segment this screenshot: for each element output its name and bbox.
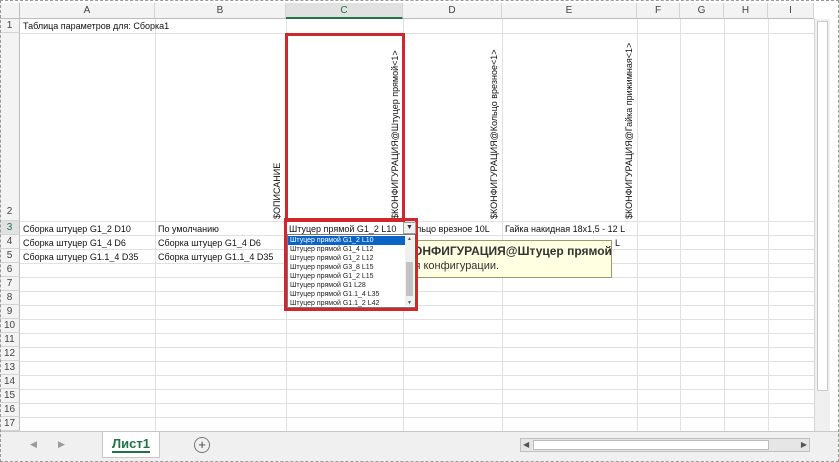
header-highlight-box: [285, 33, 405, 222]
gridline: [502, 19, 503, 431]
column-header-h[interactable]: H: [724, 3, 768, 19]
gridline: [155, 19, 156, 431]
column-header-i[interactable]: I: [768, 3, 814, 19]
row-header-17[interactable]: 17: [0, 417, 20, 431]
column-header-e[interactable]: E: [502, 3, 637, 19]
column-header-b[interactable]: B: [155, 3, 286, 19]
cell-e4[interactable]: L: [615, 238, 635, 248]
row-header-16[interactable]: 16: [0, 403, 20, 417]
row-header-10[interactable]: 10: [0, 319, 20, 333]
gridline: [20, 403, 814, 404]
gridline: [20, 375, 814, 376]
gridline: [724, 19, 725, 431]
prev-sheet-icon[interactable]: ◀: [30, 439, 37, 450]
scroll-right-icon[interactable]: ▶: [801, 440, 807, 449]
tooltip-title: $КОНФИГУРАЦИЯ@Штуцер прямой<1>: [399, 244, 612, 258]
select-all-corner[interactable]: [0, 3, 20, 19]
sheet-tab-bar: ◀ ▶ Лист1 + ◀ ▶: [0, 431, 839, 462]
cell-b4[interactable]: Сборка штуцер G1_4 D6: [158, 238, 284, 248]
vertical-scroll-thumb[interactable]: [817, 21, 828, 391]
gridline: [20, 33, 814, 34]
sheet-tab-label: Лист1: [112, 436, 150, 451]
cell-d3[interactable]: Кольцо врезное 10L: [406, 224, 500, 234]
gridline: [20, 319, 814, 320]
row-header-14[interactable]: 14: [0, 375, 20, 389]
row-header-13[interactable]: 13: [0, 361, 20, 375]
input-message-tooltip: $КОНФИГУРАЦИЯ@Штуцер прямой<1> Имя конфи…: [390, 240, 612, 278]
cell-b2-header[interactable]: $ОПИСАНИЕ: [272, 163, 282, 219]
gridline: [20, 347, 814, 348]
column-header-g[interactable]: G: [680, 3, 724, 19]
horizontal-scroll-thumb[interactable]: [533, 440, 769, 450]
plus-circle-icon[interactable]: +: [194, 437, 210, 453]
cell-e2-header[interactable]: $КОНФИГУРАЦИЯ@Гайка прижимная<1>: [624, 43, 634, 219]
row-header-6[interactable]: 6: [0, 263, 20, 277]
cell-b5[interactable]: Сборка штуцер G1.1_4 D35: [158, 252, 284, 262]
gridline: [20, 417, 814, 418]
dropdown-highlight-box: [284, 218, 418, 311]
row-header-11[interactable]: 11: [0, 333, 20, 347]
tab-underline: [112, 451, 150, 453]
row-header-9[interactable]: 9: [0, 305, 20, 319]
row-header-2[interactable]: 2: [0, 33, 20, 221]
cell-a1[interactable]: Таблица параметров для: Сборка1: [23, 21, 323, 31]
column-header-c[interactable]: C: [286, 3, 403, 19]
row-header-5[interactable]: 5: [0, 249, 20, 263]
row-header-8[interactable]: 8: [0, 291, 20, 305]
row-header-12[interactable]: 12: [0, 347, 20, 361]
cell-b3[interactable]: По умолчанию: [158, 224, 284, 234]
gridline: [20, 333, 814, 334]
dropdown-arrow-button[interactable]: ▼: [403, 222, 416, 234]
cell-d2-header[interactable]: $КОНФИГУРАЦИЯ@Кольцо врезное<1>: [489, 50, 499, 219]
scroll-left-icon[interactable]: ◀: [523, 440, 529, 449]
row-header-3[interactable]: 3: [0, 221, 20, 235]
gridline: [637, 19, 638, 431]
row-header-15[interactable]: 15: [0, 389, 20, 403]
cell-a5[interactable]: Сборка штуцер G1.1_4 D35: [23, 252, 153, 262]
gridline: [20, 389, 814, 390]
gridline: [680, 19, 681, 431]
row-header-7[interactable]: 7: [0, 277, 20, 291]
column-header-a[interactable]: A: [20, 3, 155, 19]
cell-a3[interactable]: Сборка штуцер G1_2 D10: [23, 224, 153, 234]
next-sheet-icon[interactable]: ▶: [58, 439, 65, 450]
vertical-scrollbar[interactable]: [814, 19, 830, 431]
cell-a4[interactable]: Сборка штуцер G1_4 D6: [23, 238, 153, 248]
sheet-tab-list1[interactable]: Лист1: [102, 432, 160, 458]
row-header-1[interactable]: 1: [0, 19, 20, 33]
horizontal-scrollbar[interactable]: ◀ ▶: [520, 438, 810, 452]
cell-e3[interactable]: Гайка накидная 18х1,5 - 12 L: [505, 224, 635, 234]
row-header-4[interactable]: 4: [0, 235, 20, 249]
column-header-d[interactable]: D: [403, 3, 502, 19]
gridline: [768, 19, 769, 431]
spreadsheet: A B C D E F G H I 1 2 3 4 5 6 7 8 9 10 1…: [0, 0, 839, 462]
gridline: [20, 361, 814, 362]
column-header-f[interactable]: F: [637, 3, 680, 19]
